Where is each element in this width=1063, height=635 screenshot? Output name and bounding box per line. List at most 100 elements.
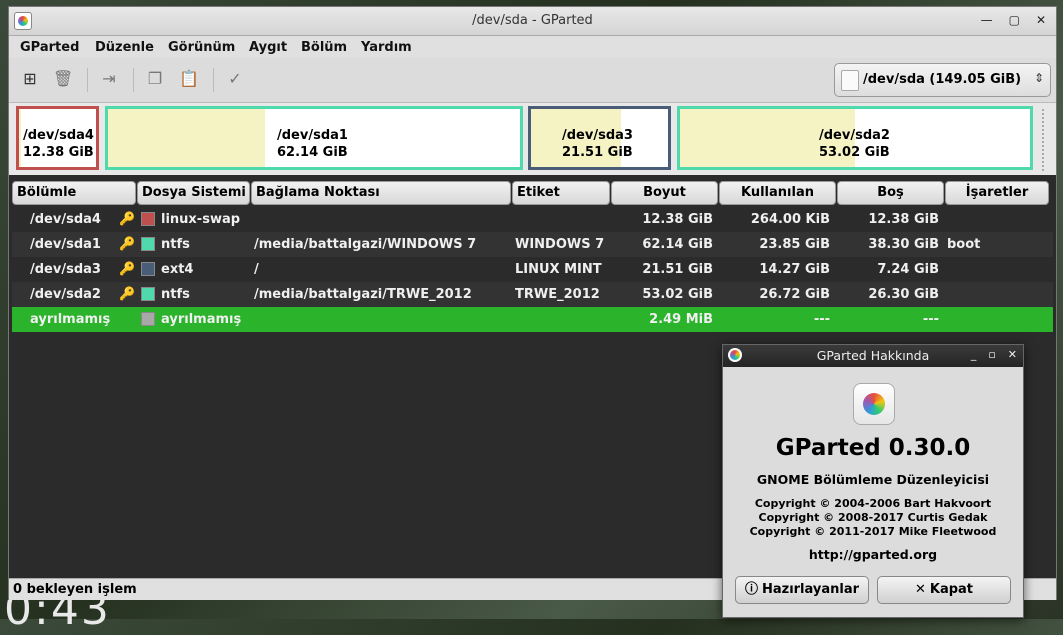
fs-color-swatch [141,262,155,276]
cell-label: LINUX MINT [515,262,602,277]
partition-map: /dev/sda4 12.38 GiB /dev/sda1 62.14 GiB … [9,103,1056,175]
col-label[interactable]: Etiket [512,181,610,205]
menu-device[interactable]: Aygıt [249,40,287,55]
toolbar: ⊞ 🗑 ⇥ ❐ 📋 ✓ /dev/sda (149.05 GiB) ⇕ [9,58,1056,103]
apply-icon[interactable]: ✓ [225,69,245,89]
paste-icon[interactable]: 📋 [179,69,199,89]
resize-move-icon[interactable]: ⇥ [99,69,119,89]
key-icon: 🔑 [119,237,136,252]
minimize-icon[interactable]: — [981,13,993,27]
menu-help[interactable]: Yardım [361,40,412,55]
device-label: /dev/sda (149.05 GiB) [863,72,1022,87]
about-app-name: GParted 0.30.0 [775,435,971,461]
window-title: /dev/sda - GParted [472,13,593,28]
partition-block-name: /dev/sda2 [819,128,890,143]
about-title-bar[interactable]: GParted Hakkında _ ▫ ✕ [723,345,1023,367]
col-size[interactable]: Boyut [611,181,718,205]
copy-icon[interactable]: ❐ [145,69,165,89]
title-bar[interactable]: /dev/sda - GParted — ▢ ✕ [9,7,1056,36]
menu-gparted[interactable]: GParted [20,40,79,55]
cell-partition: /dev/sda4 [30,212,101,227]
key-icon: 🔑 [119,212,136,227]
cell-partition: /dev/sda3 [30,262,101,277]
table-row[interactable]: /dev/sda1 🔑 ntfs /media/battalgazi/WINDO… [12,232,1053,257]
gparted-logo-icon [853,383,895,425]
cell-used: --- [813,312,830,327]
cell-size: 2.49 MiB [649,312,713,327]
cell-filesystem: ayrılmamış [161,312,242,327]
cell-size: 62.14 GiB [642,237,713,252]
delete-icon[interactable]: 🗑 [53,69,73,89]
partition-map-scroll[interactable] [1042,109,1050,171]
cell-partition: ayrılmamış [30,312,111,327]
cell-filesystem: ntfs [161,287,190,302]
partition-block-size: 53.02 GiB [819,145,890,160]
close-button[interactable]: ✕ Kapat [877,576,1011,604]
close-icon: ✕ [914,582,926,597]
copyright-line: Copyright © 2008-2017 Curtis Gedak [758,511,988,524]
cell-partition: /dev/sda1 [30,237,101,252]
cell-free: --- [922,312,939,327]
cell-size: 21.51 GiB [642,262,713,277]
cell-partition: /dev/sda2 [30,287,101,302]
col-flags[interactable]: İşaretler [945,181,1049,205]
maximize-icon[interactable]: ▫ [988,348,995,361]
partition-block-size: 62.14 GiB [277,145,348,160]
close-icon[interactable]: ✕ [1036,13,1046,27]
partition-block-sda1[interactable]: /dev/sda1 62.14 GiB [105,106,523,170]
cell-mountpoint: / [254,262,259,277]
device-selector[interactable]: /dev/sda (149.05 GiB) ⇕ [834,63,1051,97]
partition-block-name: /dev/sda1 [277,128,348,143]
cell-mountpoint: /media/battalgazi/WINDOWS 7 [254,237,477,252]
col-free[interactable]: Boş [837,181,944,205]
col-filesystem[interactable]: Dosya Sistemi [137,181,250,205]
menu-partition[interactable]: Bölüm [301,40,347,55]
partition-block-sda2[interactable]: /dev/sda2 53.02 GiB [677,106,1033,170]
disk-icon [841,70,859,91]
menu-edit[interactable]: Düzenle [95,40,154,55]
key-icon: 🔑 [119,262,136,277]
table-row[interactable]: /dev/sda4 🔑 linux-swap 12.38 GiB 264.00 … [12,207,1053,232]
maximize-icon[interactable]: ▢ [1009,13,1020,27]
table-row-selected[interactable]: ayrılmamış ayrılmamış 2.49 MiB --- --- [12,307,1053,332]
partition-block-sda4[interactable]: /dev/sda4 12.38 GiB [16,106,99,170]
cell-used: 26.72 GiB [759,287,830,302]
about-dialog: GParted Hakkında _ ▫ ✕ GParted 0.30.0 GN… [722,344,1024,618]
partition-table: /dev/sda4 🔑 linux-swap 12.38 GiB 264.00 … [12,207,1053,332]
copyright-line: Copyright © 2004-2006 Bart Hakvoort [754,497,992,510]
menu-bar: GParted Düzenle Görünüm Aygıt Bölüm Yard… [9,36,1056,58]
minimize-icon[interactable]: _ [971,348,977,361]
about-description: GNOME Bölümleme Düzenleyicisi [756,472,990,487]
close-icon[interactable]: ✕ [1008,348,1017,361]
partition-block-sda3[interactable]: /dev/sda3 21.51 GiB [528,106,671,170]
col-mountpoint[interactable]: Bağlama Noktası [251,181,511,205]
pending-operations: 0 bekleyen işlem [13,582,137,597]
menu-view[interactable]: Görünüm [168,40,235,55]
cell-free: 7.24 GiB [877,262,939,277]
cell-label: TRWE_2012 [515,287,600,302]
cell-flags: boot [947,237,981,252]
fs-color-swatch [141,237,155,251]
cell-filesystem: linux-swap [161,212,241,227]
partition-block-name: /dev/sda4 [23,128,94,143]
cell-size: 53.02 GiB [642,287,713,302]
about-website-link[interactable]: http://gparted.org [723,547,1023,562]
credits-button[interactable]: ⓘ Hazırlayanlar [735,576,869,604]
cell-label: WINDOWS 7 [515,237,605,252]
cell-used: 23.85 GiB [759,237,830,252]
cell-used: 264.00 KiB [750,212,830,227]
col-partition[interactable]: Bölümle [12,181,136,205]
partition-block-size: 12.38 GiB [23,145,94,160]
fs-color-swatch [141,287,155,301]
cell-mountpoint: /media/battalgazi/TRWE_2012 [254,287,472,302]
cell-filesystem: ntfs [161,237,190,252]
cell-filesystem: ext4 [161,262,194,277]
partition-block-size: 21.51 GiB [562,145,633,160]
new-partition-icon[interactable]: ⊞ [20,69,40,89]
table-row[interactable]: /dev/sda2 🔑 ntfs /media/battalgazi/TRWE_… [12,282,1053,307]
cell-free: 38.30 GiB [868,237,939,252]
fs-color-swatch [141,212,155,226]
table-row[interactable]: /dev/sda3 🔑 ext4 / LINUX MINT 21.51 GiB … [12,257,1053,282]
copyright-line: Copyright © 2011-2017 Mike Fleetwood [749,525,997,538]
col-used[interactable]: Kullanılan [719,181,836,205]
